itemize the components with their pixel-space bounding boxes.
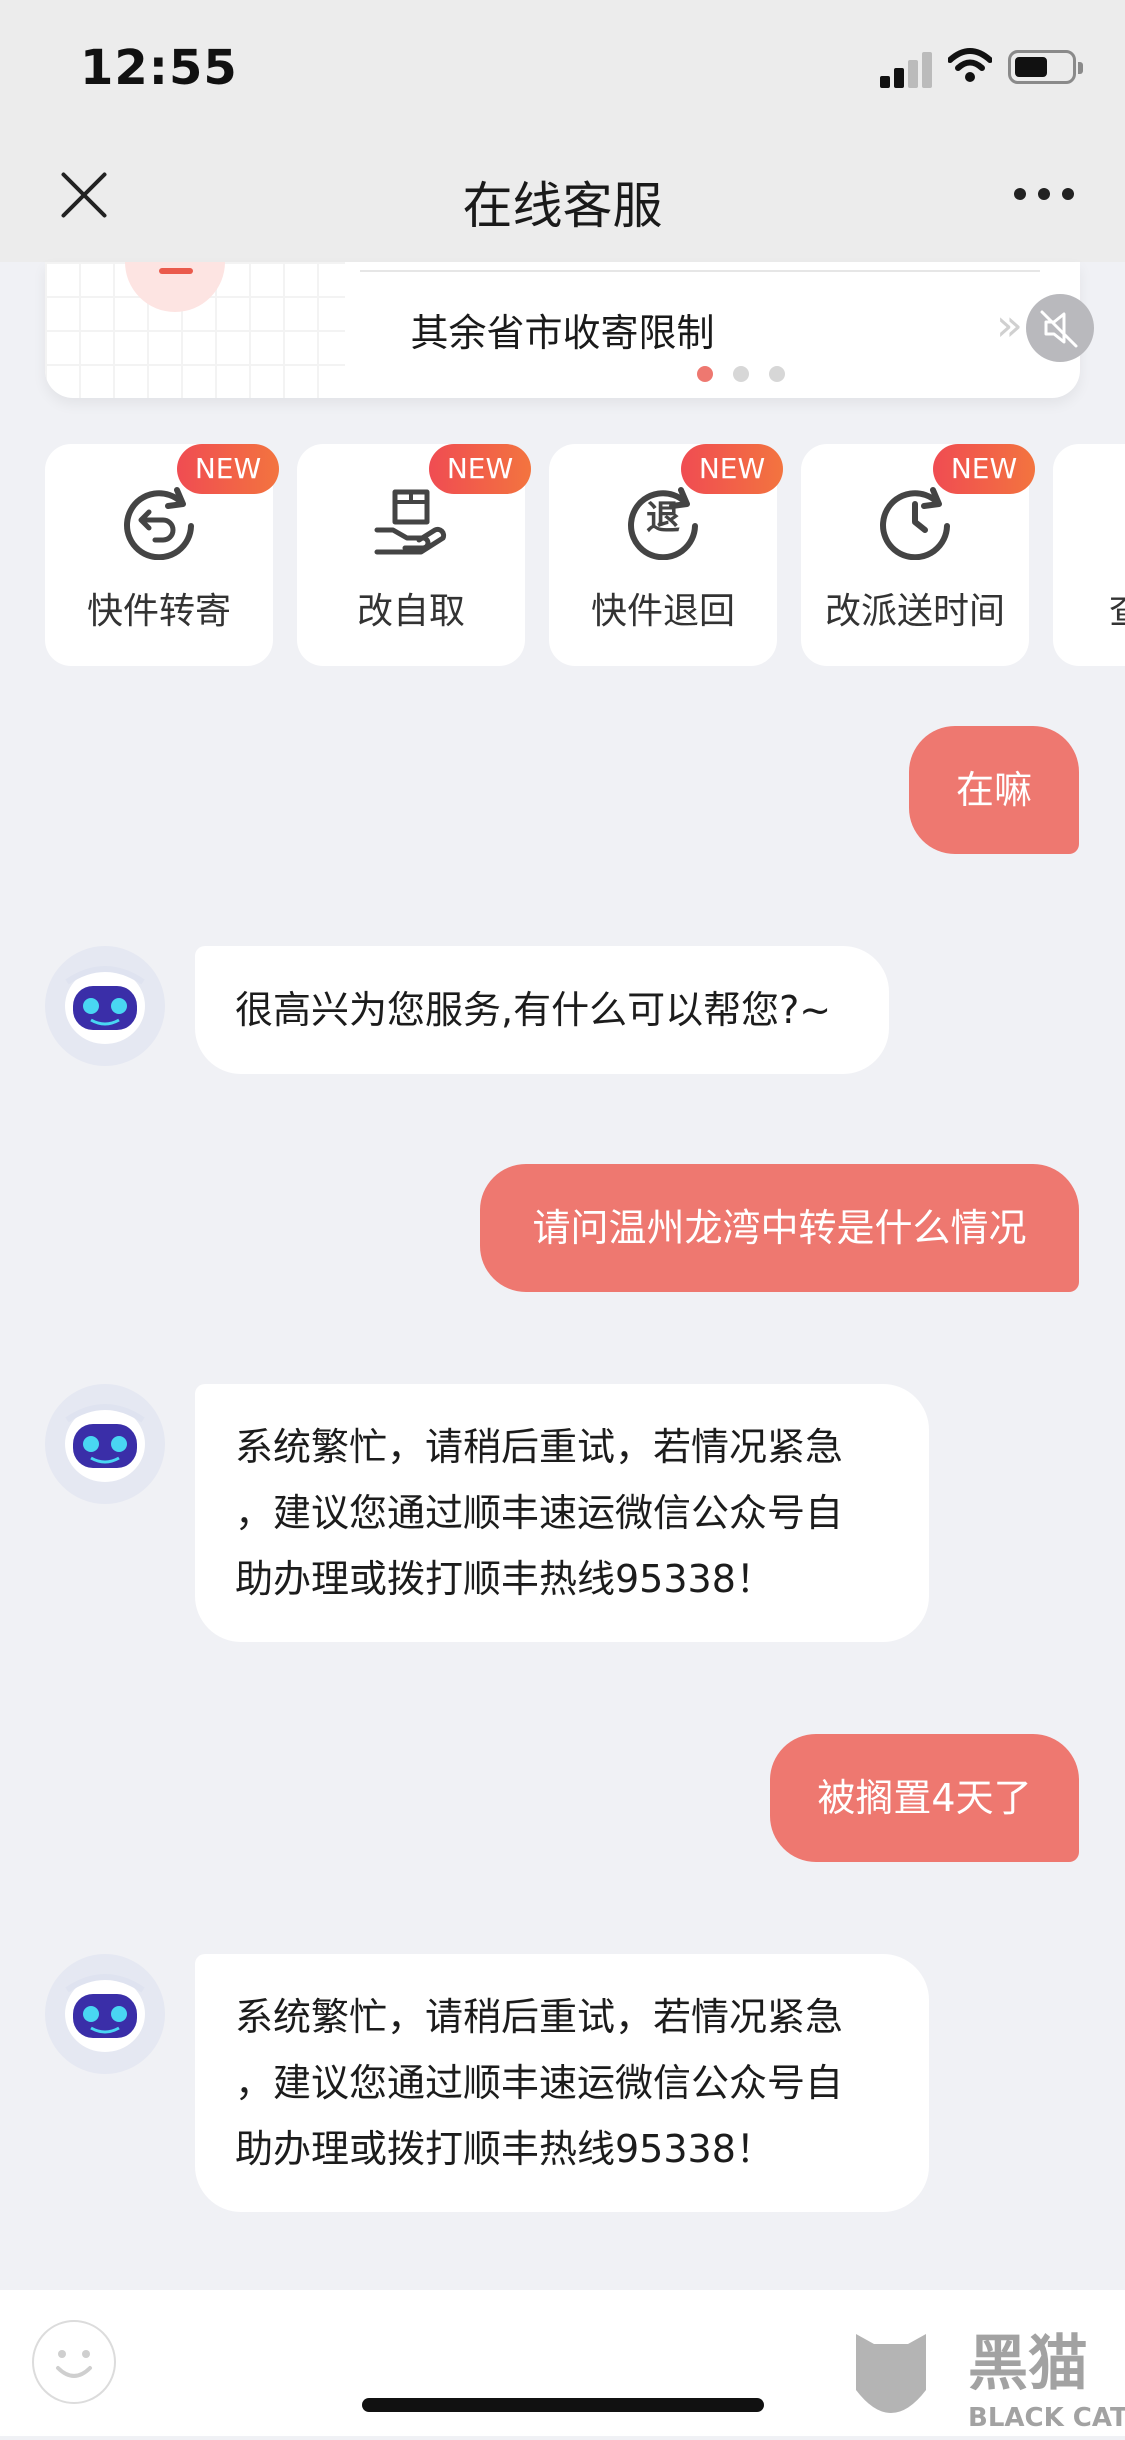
bot-message-line: 系统繁忙，请稍后重试，若情况紧急 [235,1425,844,1469]
bot-avatar [45,1384,165,1504]
bot-message: 系统繁忙，请稍后重试，若情况紧急 ，建议您通过顺丰速运微信公众号自 助办理或拨打… [195,1954,929,2212]
quick-action-redirect[interactable]: NEW 快件转寄 [45,444,279,666]
svg-text:黑猫: 黑猫 [968,2329,1088,2399]
bot-message-line: 系统繁忙，请稍后重试，若情况紧急 [235,1995,844,2039]
banner-text: 其余省市收寄限制 [410,311,715,355]
divider [360,270,1040,272]
quick-action-self-pickup[interactable]: NEW 改自取 [297,444,531,666]
bot-message-line: ，建议您通过顺丰速运微信公众号自 [235,2061,844,2105]
quick-action-return[interactable]: NEW 退 快件退回 [549,444,783,666]
more-icon[interactable] [1014,188,1074,202]
notice-banner[interactable]: 其余省市收寄限制 [45,262,1080,398]
bot-avatar [45,946,165,1066]
battery-icon [1008,50,1083,84]
quick-action-label: 查 [1109,582,1125,634]
return-icon-glyph: 退 [646,498,680,538]
speaker-muted-icon[interactable] [1026,294,1094,362]
watermark-logo: 黑猫 BLACK CAT [850,2320,1125,2436]
chevron-right-icon: » [996,300,1023,351]
bot-message: 系统繁忙，请稍后重试，若情况紧急 ，建议您通过顺丰速运微信公众号自 助办理或拨打… [195,1384,929,1642]
quick-action-label: 快件退回 [590,591,735,632]
clock-icon [880,487,950,560]
bot-message-line: 助办理或拨打顺丰热线95338！ [235,1557,774,1601]
user-message: 被搁置4天了 [770,1734,1079,1862]
self-pickup-icon [374,489,447,555]
home-indicator [362,2398,764,2412]
wifi-icon [948,48,992,82]
quick-action-change-delivery-time[interactable]: NEW 改派送时间 [801,444,1035,666]
bot-message-line: 很高兴为您服务,有什么可以帮您?~ [235,988,832,1032]
quick-action-label: 改自取 [356,591,465,632]
quick-action-label: 改派送时间 [824,591,1005,632]
bot-avatar [45,1954,165,2074]
cellular-signal-icon [880,52,932,88]
redirect-icon [124,487,194,560]
bot-message: 很高兴为您服务,有什么可以帮您?~ [195,946,889,1074]
bot-message-line: 助办理或拨打顺丰热线95338！ [235,2127,774,2171]
user-message: 请问温州龙湾中转是什么情况 [480,1164,1079,1292]
status-time: 12:55 [80,40,238,96]
emoji-icon[interactable] [32,2320,116,2404]
quick-action-label: 快件转寄 [86,591,231,632]
page-title: 在线客服 [462,177,663,235]
user-message: 在嘛 [909,726,1079,854]
bot-message-line: ，建议您通过顺丰速运微信公众号自 [235,1491,844,1535]
quick-action-query[interactable]: 查 [1053,444,1125,666]
svg-text:BLACK CAT: BLACK CAT [968,2403,1125,2433]
